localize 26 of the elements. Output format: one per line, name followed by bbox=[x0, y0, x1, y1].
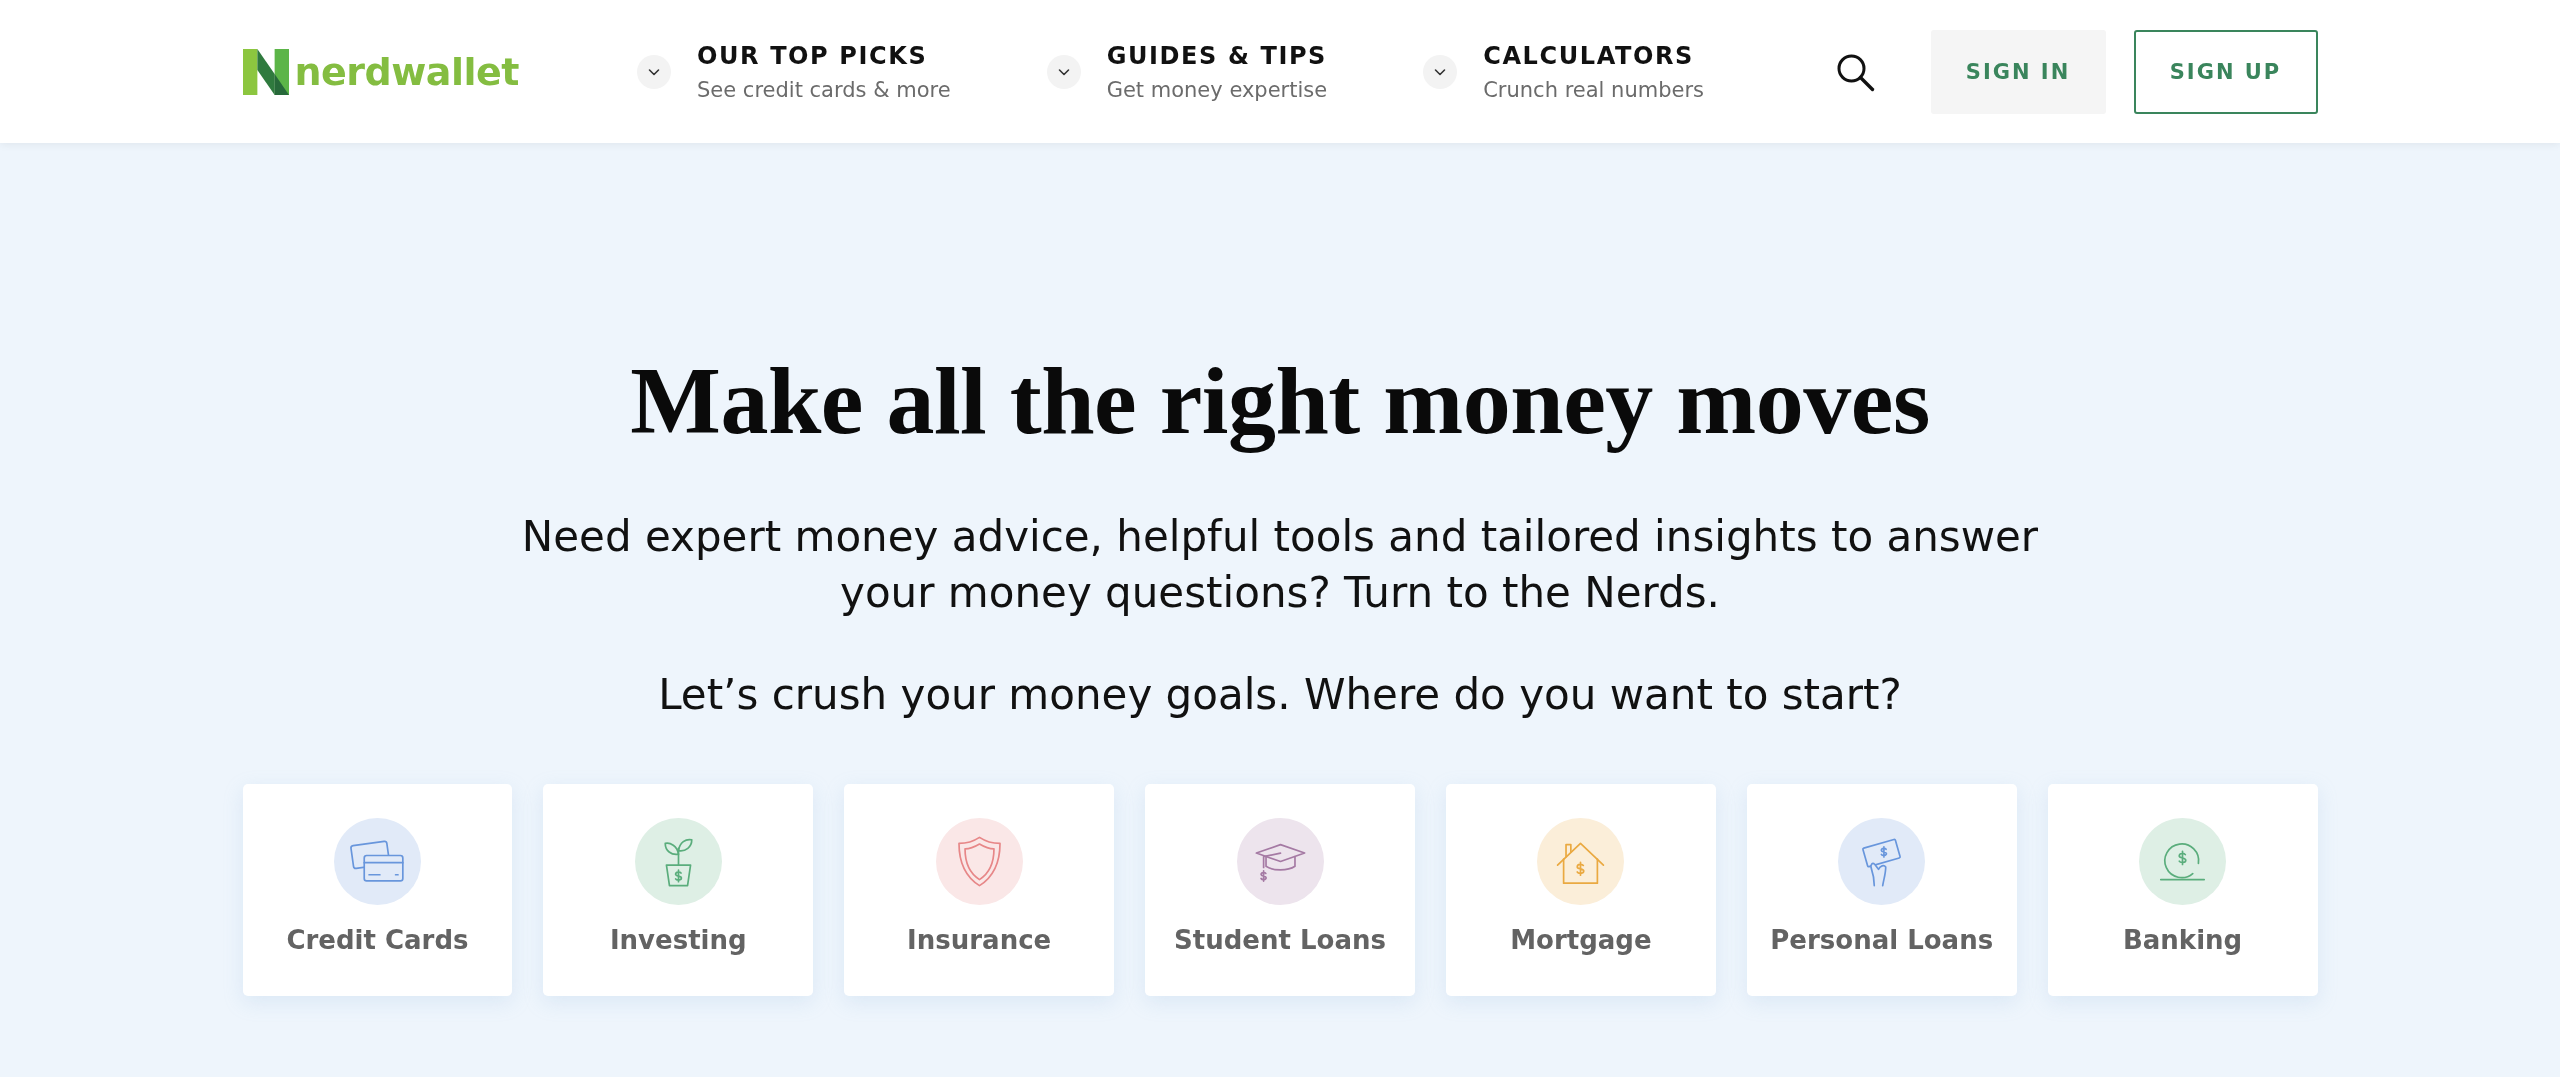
hero-heading: Make all the right money moves bbox=[630, 346, 1930, 456]
nav-menu-button[interactable]: OUR TOP PICKS See credit cards & more bbox=[637, 40, 951, 103]
sign-in-button[interactable]: SIGN IN bbox=[1930, 29, 2106, 114]
category-card[interactable]: Investing bbox=[543, 784, 814, 996]
nav-menu-button[interactable]: CALCULATORS Crunch real numbers bbox=[1423, 40, 1704, 103]
category-card[interactable]: Student Loans bbox=[1145, 784, 1415, 996]
graduation-cap-icon bbox=[1236, 818, 1324, 905]
nav-menu-button[interactable]: GUIDES & TIPS Get money expertise bbox=[1046, 40, 1328, 103]
category-card[interactable]: Insurance bbox=[844, 784, 1115, 996]
potted-plant-icon bbox=[634, 818, 722, 905]
shield-icon bbox=[935, 818, 1023, 905]
prompt-text: Let’s crush your money goals. Where do you want to start? bbox=[658, 669, 1902, 721]
house-icon bbox=[1537, 818, 1625, 905]
category-card[interactable]: Banking bbox=[2047, 784, 2318, 996]
chevron-down-icon bbox=[1423, 54, 1458, 89]
credit-cards-icon bbox=[333, 818, 421, 905]
sign-up-button[interactable]: SIGN UP bbox=[2133, 29, 2318, 114]
category-card[interactable]: Mortgage bbox=[1445, 784, 1716, 996]
category-card[interactable]: Credit Cards bbox=[242, 784, 513, 996]
category-card[interactable]: Personal Loans bbox=[1746, 784, 2017, 996]
coin-icon bbox=[2139, 818, 2227, 905]
logo-mark-icon bbox=[242, 48, 289, 95]
chevron-down-icon bbox=[1046, 54, 1081, 89]
hand-holding-bill-icon bbox=[1838, 818, 1926, 905]
intro-paragraph: Need expert money advice, helpful tools and tailored insights to answer your money questions? Turn to the Nerds. bbox=[520, 511, 2040, 619]
chevron-down-icon bbox=[637, 54, 671, 89]
